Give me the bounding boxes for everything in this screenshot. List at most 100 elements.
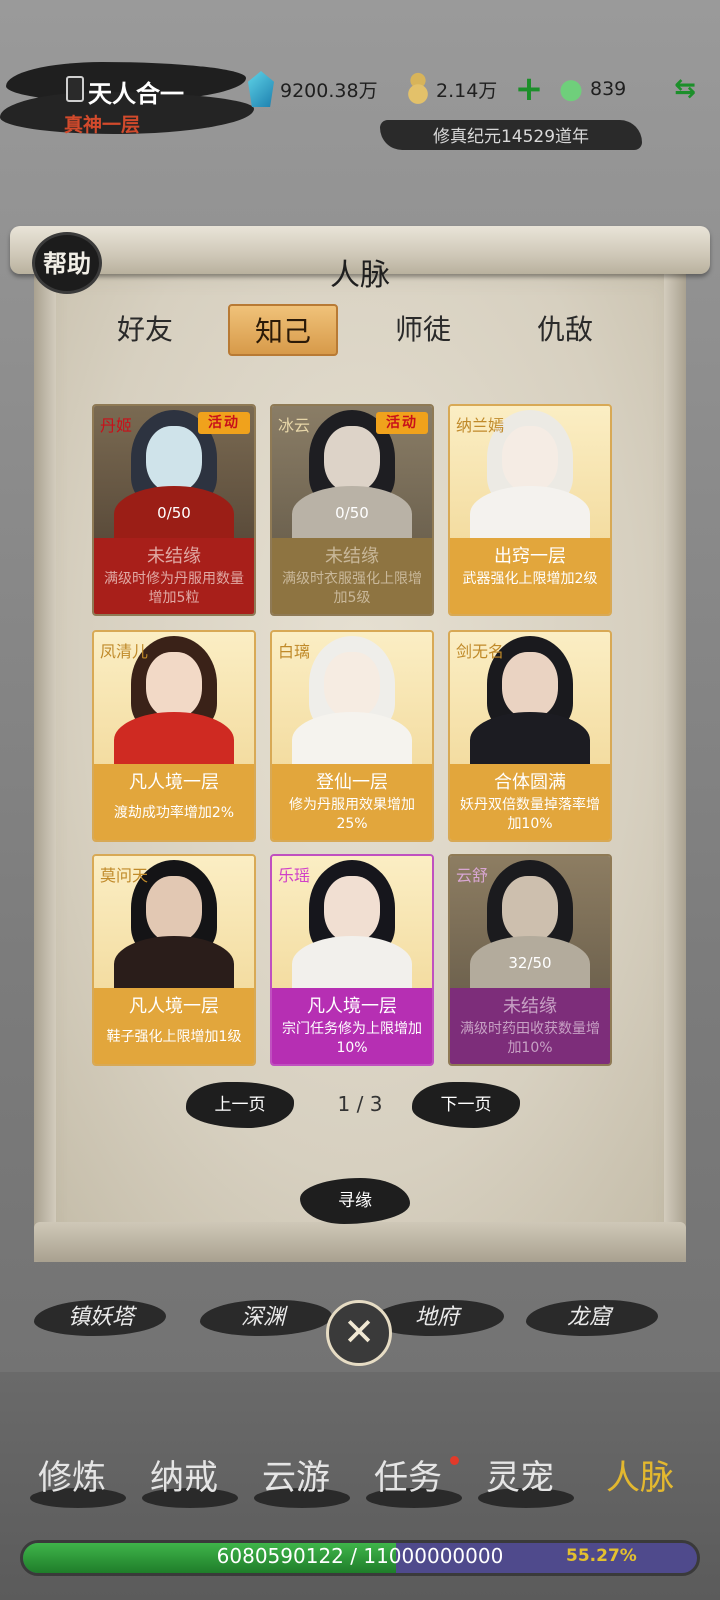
nav-travel[interactable]: 云游 [246, 1450, 346, 1510]
relation-tabs: 好友 知己 师徒 仇敌 [90, 304, 630, 356]
event-badge: 活动 [198, 412, 250, 434]
portrait-face [324, 426, 380, 492]
scroll-bottom-roll [34, 1222, 686, 1262]
portrait-face [502, 426, 558, 492]
confidant-card-baili[interactable]: 白璃 登仙一层 修为丹服用效果增加25% [270, 630, 434, 842]
card-effect: 满级时衣服强化上限增加5级 [282, 571, 422, 606]
card-name: 凤清儿 [100, 642, 149, 661]
card-stage: 凡人境一层 [307, 996, 397, 1017]
card-stage: 未结缘 [147, 546, 201, 567]
portrait-robe [114, 712, 234, 768]
spirit-stone-resource[interactable]: 9200.38万 [248, 71, 378, 107]
phone-icon [66, 76, 84, 102]
cultivation-percent: 55.27% [566, 1546, 637, 1566]
portrait-robe [292, 712, 412, 768]
card-name: 莫问天 [100, 866, 149, 885]
card-name: 冰云 [278, 416, 311, 435]
confidant-card-nalanyan[interactable]: 纳兰嫣 出窍一层 武器强化上限增加2级 [448, 404, 612, 616]
card-stage: 未结缘 [325, 546, 379, 567]
jade-amount: 839 [590, 78, 627, 100]
scroll-edge-right [664, 262, 686, 1262]
portrait-robe [470, 712, 590, 768]
card-effect: 渡劫成功率增加2% [113, 805, 235, 821]
add-currency-button[interactable]: + [514, 72, 544, 106]
card-effect: 宗门任务修为上限增加10% [282, 1021, 422, 1056]
portrait-face [324, 876, 380, 942]
confidant-card-jianwuming[interactable]: 剑无名 合体圆满 妖丹双倍数量掉落率增加10% [448, 630, 612, 842]
affinity-progress: 32/50 [508, 954, 552, 972]
card-stage: 凡人境一层 [129, 996, 219, 1017]
affinity-progress: 0/50 [157, 504, 191, 522]
card-effect: 满级时药田收获数量增加10% [460, 1021, 600, 1056]
tab-enemies[interactable]: 仇敌 [510, 304, 620, 356]
location-dragon-lair[interactable]: 龙窟 [524, 1296, 654, 1340]
card-stage: 未结缘 [503, 996, 557, 1017]
portrait-face [146, 652, 202, 718]
portrait-face [146, 876, 202, 942]
card-info: 凡人境一层 渡劫成功率增加2% [94, 764, 254, 840]
player-name: 天人合一 [88, 80, 184, 108]
nav-storage-ring[interactable]: 纳戒 [134, 1450, 234, 1510]
card-effect: 修为丹服用效果增加25% [289, 797, 415, 832]
jade-resource[interactable]: 839 [558, 72, 626, 106]
location-demon-tower[interactable]: 镇妖塔 [36, 1296, 166, 1340]
confidant-card-yunshu[interactable]: 云舒 32/50 未结缘 满级时药田收获数量增加10% [448, 854, 612, 1066]
tab-master-disciple[interactable]: 师徒 [368, 304, 478, 356]
next-page-button[interactable]: 下一页 [412, 1082, 520, 1128]
nav-pets[interactable]: 灵宠 [470, 1450, 570, 1510]
nav-cultivate[interactable]: 修炼 [22, 1450, 122, 1510]
event-badge: 活动 [376, 412, 428, 434]
portrait-robe [292, 936, 412, 992]
card-stage: 合体圆满 [494, 772, 566, 793]
player-realm: 真神一层 [64, 114, 141, 136]
era-text: 修真纪元14529道年 [432, 127, 590, 147]
card-info: 合体圆满 妖丹双倍数量掉落率增加10% [450, 764, 610, 840]
card-stage: 凡人境一层 [129, 772, 219, 793]
page-indicator: 1 / 3 [337, 1092, 383, 1116]
spirit-stone-amount: 9200.38万 [280, 79, 378, 102]
card-name: 纳兰嫣 [456, 416, 505, 435]
gourd-amount: 2.14万 [436, 79, 498, 102]
card-name: 丹姬 [100, 416, 133, 435]
nav-tasks[interactable]: 任务 [358, 1450, 458, 1510]
card-effect: 鞋子强化上限增加1级 [106, 1029, 242, 1045]
spirit-stone-icon [248, 71, 274, 107]
location-abyss[interactable]: 深渊 [198, 1296, 328, 1340]
gourd-resource[interactable]: 2.14万 [406, 72, 497, 106]
swap-icon[interactable]: ⇆ [670, 74, 700, 104]
portrait-robe [114, 936, 234, 992]
confidant-card-danji[interactable]: 丹姬 活动 0/50 未结缘 满级时修为丹服用数量增加5粒 [92, 404, 256, 616]
card-name: 剑无名 [456, 642, 505, 661]
portrait-robe [470, 486, 590, 542]
portrait-face [146, 426, 202, 492]
card-info: 未结缘 满级时药田收获数量增加10% [450, 988, 610, 1064]
card-stage: 出窍一层 [494, 546, 566, 567]
scroll-edge-left [34, 262, 56, 1262]
card-effect: 武器强化上限增加2级 [462, 571, 598, 587]
portrait-face [324, 652, 380, 718]
card-name: 白璃 [278, 642, 311, 661]
confidant-card-mowentian[interactable]: 莫问天 凡人境一层 鞋子强化上限增加1级 [92, 854, 256, 1066]
tab-confidants[interactable]: 知己 [228, 304, 338, 356]
notification-dot [450, 1456, 459, 1465]
close-icon[interactable]: ✕ [326, 1300, 392, 1366]
confidant-card-bingyun[interactable]: 冰云 活动 0/50 未结缘 满级时衣服强化上限增加5级 [270, 404, 434, 616]
confidant-card-leyao[interactable]: 乐瑶 凡人境一层 宗门任务修为上限增加10% [270, 854, 434, 1066]
card-name: 乐瑶 [278, 866, 311, 885]
portrait-face [502, 652, 558, 718]
card-info: 未结缘 满级时衣服强化上限增加5级 [272, 538, 432, 614]
confidant-card-fengqinger[interactable]: 凤清儿 凡人境一层 渡劫成功率增加2% [92, 630, 256, 842]
gourd-icon [406, 72, 430, 106]
portrait-face [502, 876, 558, 942]
panel-title: 人脉 [330, 258, 390, 293]
card-info: 出窍一层 武器强化上限增加2级 [450, 538, 610, 614]
tab-friends[interactable]: 好友 [90, 304, 200, 356]
prev-page-button[interactable]: 上一页 [186, 1082, 294, 1128]
card-stage: 登仙一层 [316, 772, 388, 793]
jade-icon [558, 72, 584, 106]
card-effect: 满级时修为丹服用数量增加5粒 [104, 571, 244, 606]
nav-relations[interactable]: 人脉 [590, 1450, 690, 1510]
card-info: 登仙一层 修为丹服用效果增加25% [272, 764, 432, 840]
card-info: 凡人境一层 鞋子强化上限增加1级 [94, 988, 254, 1064]
card-name: 云舒 [456, 866, 489, 885]
